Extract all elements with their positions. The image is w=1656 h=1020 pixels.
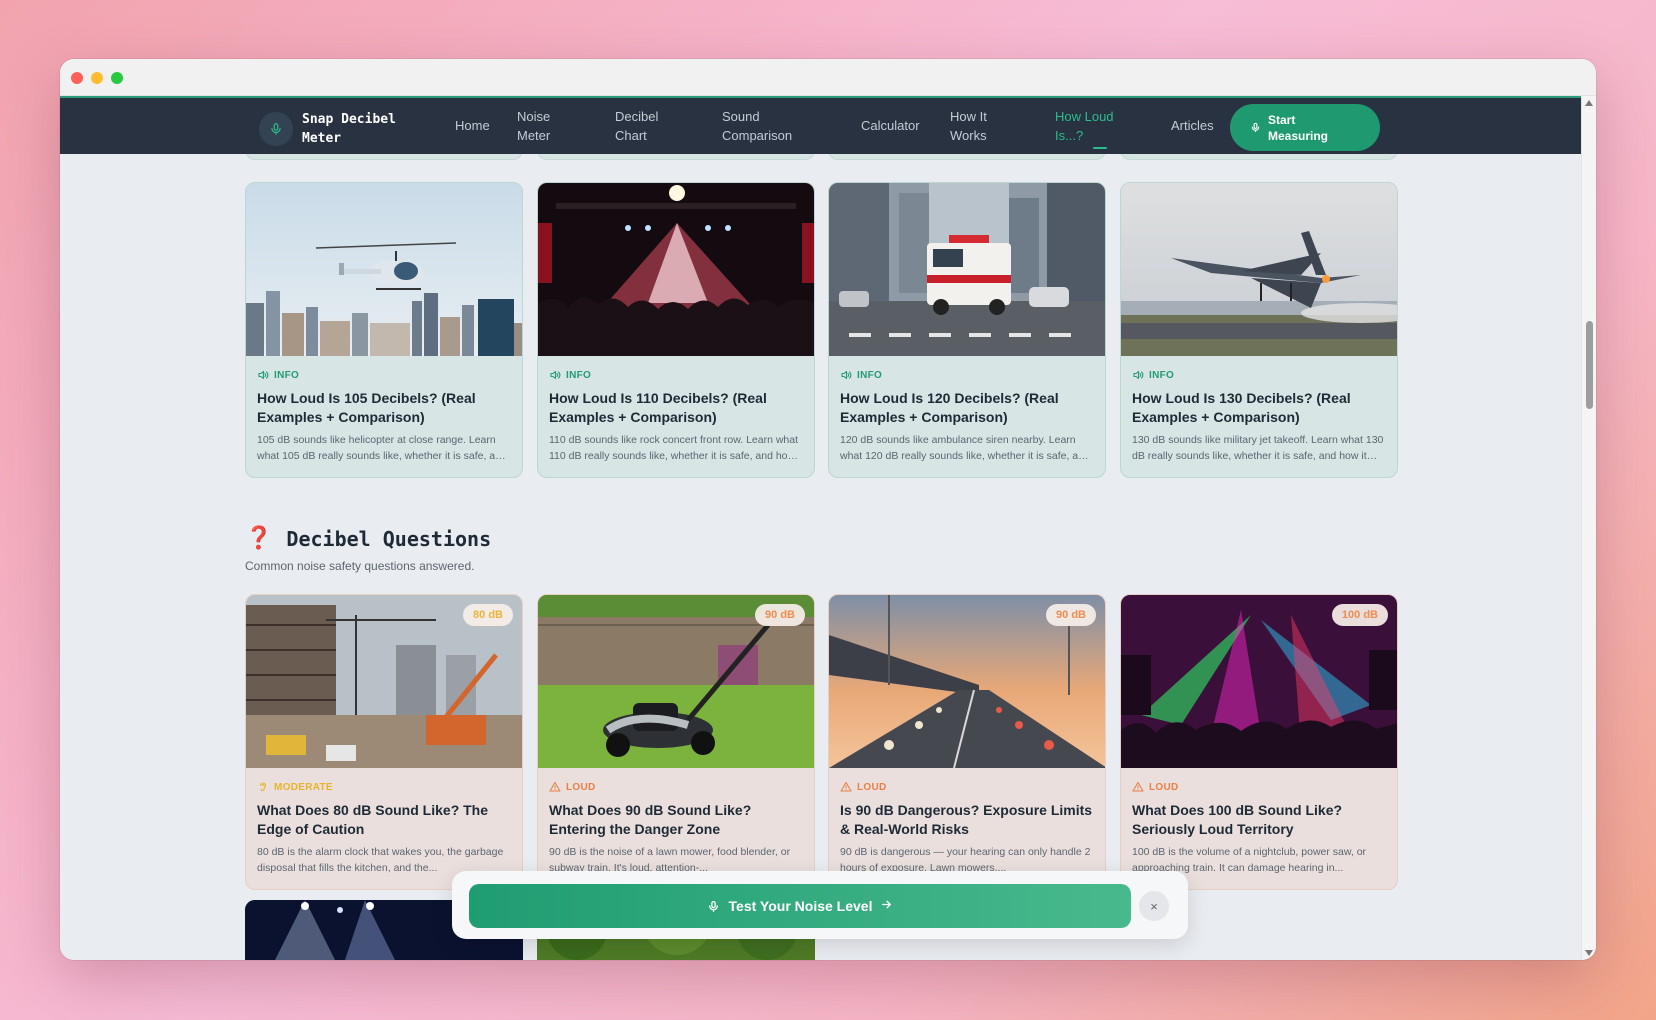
card-tag-label: LOUD bbox=[857, 781, 887, 793]
card-image-construction: 80 dB bbox=[246, 595, 522, 768]
warning-icon bbox=[1132, 781, 1144, 793]
microphone-icon bbox=[707, 900, 720, 913]
card-tag-label: LOUD bbox=[566, 781, 596, 793]
card-tag: INFO bbox=[257, 368, 522, 382]
section-subtitle: Common noise safety questions answered. bbox=[245, 559, 475, 573]
nav-how-it-works[interactable]: How It Works bbox=[950, 107, 1005, 145]
card-title[interactable]: How Loud Is 110 Decibels? (Real Examples… bbox=[549, 389, 803, 427]
scroll-down-icon[interactable] bbox=[1585, 950, 1593, 956]
start-measuring-button[interactable]: Start Measuring bbox=[1230, 104, 1380, 151]
speaker-icon bbox=[1132, 369, 1144, 381]
nav-noise-meter[interactable]: Noise Meter bbox=[517, 107, 577, 145]
card-tag: MODERATE bbox=[257, 780, 522, 794]
close-window-button[interactable] bbox=[71, 72, 83, 84]
card-tag: INFO bbox=[549, 368, 814, 382]
question-card[interactable]: 90 dB LOUD Is 90 dB Dangerous? Exposure … bbox=[828, 594, 1106, 890]
card-description: 105 dB sounds like helicopter at close r… bbox=[257, 434, 507, 462]
card-title[interactable]: What Does 100 dB Sound Like? Seriously L… bbox=[1132, 801, 1386, 839]
question-card[interactable]: 80 dB MODERATE What Does 80 dB Sound Lik… bbox=[245, 594, 523, 890]
card-tag-label: LOUD bbox=[1149, 781, 1179, 793]
card-title[interactable]: Is 90 dB Dangerous? Exposure Limits & Re… bbox=[840, 801, 1094, 839]
how-loud-card[interactable]: INFO How Loud Is 130 Decibels? (Real Exa… bbox=[1120, 182, 1398, 478]
nav-decibel-chart[interactable]: Decibel Chart bbox=[615, 107, 675, 145]
concert-image bbox=[538, 183, 814, 356]
card-image-highway: 90 dB bbox=[829, 595, 1105, 768]
card-title[interactable]: What Does 80 dB Sound Like? The Edge of … bbox=[257, 801, 511, 839]
decibel-badge: 90 dB bbox=[1046, 604, 1096, 626]
section-title-text: Decibel Questions bbox=[286, 526, 492, 551]
card-tag: INFO bbox=[1132, 368, 1397, 382]
nav-articles[interactable]: Articles bbox=[1171, 116, 1214, 135]
test-noise-level-button[interactable]: Test Your Noise Level bbox=[469, 884, 1131, 928]
card-title[interactable]: How Loud Is 105 Decibels? (Real Examples… bbox=[257, 389, 511, 427]
section-title: ❓ Decibel Questions bbox=[245, 526, 491, 551]
card-title[interactable]: How Loud Is 120 Decibels? (Real Examples… bbox=[840, 389, 1094, 427]
brand-logo[interactable]: Snap Decibel Meter bbox=[259, 110, 412, 148]
helicopter-image bbox=[246, 183, 522, 356]
microphone-icon bbox=[1250, 122, 1261, 133]
window-titlebar bbox=[60, 59, 1596, 96]
decibel-badge: 90 dB bbox=[755, 604, 805, 626]
start-measuring-label: Start Measuring bbox=[1268, 112, 1329, 143]
top-navbar: Snap Decibel Meter Home Noise Meter Deci… bbox=[60, 96, 1581, 154]
card-description: 120 dB sounds like ambulance siren nearb… bbox=[840, 434, 1090, 462]
card-image-lawn-mower: 90 dB bbox=[538, 595, 814, 768]
decibel-badge: 80 dB bbox=[463, 604, 513, 626]
page-viewport: Snap Decibel Meter Home Noise Meter Deci… bbox=[60, 96, 1581, 960]
nav-calculator[interactable]: Calculator bbox=[861, 116, 920, 135]
card-tag: LOUD bbox=[549, 780, 814, 794]
card-tag: INFO bbox=[840, 368, 1105, 382]
card-title[interactable]: What Does 90 dB Sound Like? Entering the… bbox=[549, 801, 803, 839]
nav-how-loud-is[interactable]: How Loud Is...? bbox=[1055, 107, 1125, 145]
card-tag-label: INFO bbox=[857, 369, 883, 381]
microphone-icon bbox=[259, 112, 293, 146]
minimize-window-button[interactable] bbox=[91, 72, 103, 84]
question-card[interactable]: 100 dB LOUD What Does 100 dB Sound Like?… bbox=[1120, 594, 1398, 890]
speaker-icon bbox=[840, 369, 852, 381]
card-image-concert bbox=[538, 183, 814, 356]
card-description: 130 dB sounds like military jet takeoff.… bbox=[1132, 434, 1384, 462]
active-nav-indicator bbox=[1093, 147, 1107, 149]
nav-home[interactable]: Home bbox=[455, 116, 490, 135]
card-tag-label: MODERATE bbox=[274, 781, 333, 793]
decibel-badge: 100 dB bbox=[1331, 604, 1388, 626]
nav-sound-comparison[interactable]: Sound Comparison bbox=[722, 107, 812, 145]
card-tag-label: INFO bbox=[566, 369, 592, 381]
warning-icon bbox=[840, 781, 852, 793]
card-title[interactable]: How Loud Is 130 Decibels? (Real Examples… bbox=[1132, 389, 1386, 427]
decibel-questions-header: ❓ Decibel Questions Common noise safety … bbox=[245, 526, 491, 573]
scrollbar-thumb[interactable] bbox=[1586, 321, 1593, 409]
how-loud-card[interactable]: INFO How Loud Is 120 Decibels? (Real Exa… bbox=[828, 182, 1106, 478]
test-noise-level-label: Test Your Noise Level bbox=[728, 898, 873, 914]
warning-icon bbox=[549, 781, 561, 793]
speaker-icon bbox=[549, 369, 561, 381]
brand-name: Snap Decibel Meter bbox=[302, 112, 396, 146]
card-description: 110 dB sounds like rock concert front ro… bbox=[549, 434, 799, 462]
card-image-jet bbox=[1121, 183, 1397, 356]
question-card[interactable]: 90 dB LOUD What Does 90 dB Sound Like? E… bbox=[537, 594, 815, 890]
scroll-up-icon[interactable] bbox=[1585, 100, 1593, 106]
card-tag: LOUD bbox=[1132, 780, 1397, 794]
card-tag: LOUD bbox=[840, 780, 1105, 794]
speaker-icon bbox=[257, 369, 269, 381]
ear-icon bbox=[257, 781, 269, 793]
arrow-right-icon bbox=[880, 898, 893, 914]
card-image-helicopter bbox=[246, 183, 522, 356]
how-loud-card[interactable]: INFO How Loud Is 110 Decibels? (Real Exa… bbox=[537, 182, 815, 478]
vertical-scrollbar[interactable] bbox=[1581, 96, 1596, 960]
card-image-ambulance bbox=[829, 183, 1105, 356]
maximize-window-button[interactable] bbox=[111, 72, 123, 84]
card-image-nightclub: 100 dB bbox=[1121, 595, 1397, 768]
browser-window: Snap Decibel Meter Home Noise Meter Deci… bbox=[60, 59, 1596, 960]
card-tag-label: INFO bbox=[1149, 369, 1175, 381]
close-icon[interactable]: × bbox=[1139, 891, 1169, 921]
jet-image bbox=[1121, 183, 1397, 356]
card-tag-label: INFO bbox=[274, 369, 300, 381]
question-mark-icon: ❓ bbox=[245, 526, 273, 551]
ambulance-image bbox=[829, 183, 1105, 356]
how-loud-card[interactable]: INFO How Loud Is 105 Decibels? (Real Exa… bbox=[245, 182, 523, 478]
sticky-cta-bar: Test Your Noise Level × bbox=[452, 871, 1188, 939]
